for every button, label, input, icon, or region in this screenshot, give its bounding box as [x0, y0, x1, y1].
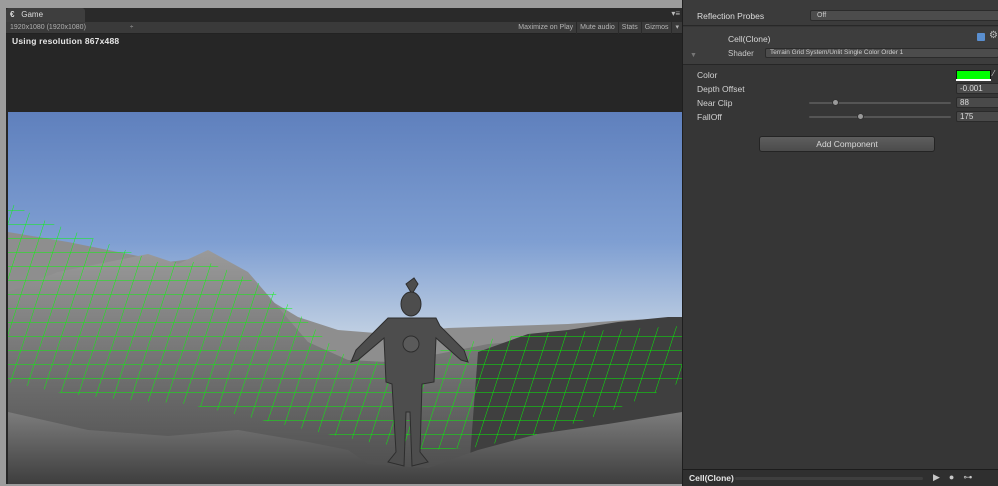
add-component-button[interactable]: Add Component — [759, 136, 935, 152]
game-toolbar: 1920x1080 (1920x1080) ÷ Maximize on Play… — [6, 22, 682, 34]
depth-offset-field[interactable]: -0.001 — [956, 83, 998, 94]
slider-knob[interactable] — [831, 99, 839, 106]
property-label: FallOff — [697, 112, 722, 122]
reflection-probes-dropdown[interactable]: Off — [810, 10, 998, 21]
material-name: Cell(Clone) — [728, 34, 771, 44]
property-falloff: FallOff 175 — [683, 110, 998, 123]
gear-icon[interactable]: ⚙ — [989, 30, 998, 41]
resolution-info-label: Using resolution 867x488 — [12, 36, 120, 46]
unity-editor: € Game ▾≡ 1920x1080 (1920x1080) ÷ Maximi… — [0, 0, 998, 486]
property-label: Color — [697, 70, 718, 80]
preview-object-name: Cell(Clone) — [689, 473, 734, 483]
resolution-dropdown[interactable]: 1920x1080 (1920x1080) — [10, 22, 86, 34]
inspector-panel: Reflection Probes Off Cell(Clone) ▼ Shad… — [682, 0, 998, 486]
reflection-probes-label: Reflection Probes — [697, 11, 765, 21]
game-view-panel: € Game ▾≡ 1920x1080 (1920x1080) ÷ Maximi… — [6, 8, 682, 484]
material-header: Cell(Clone) ▼ Shader Terrain Grid System… — [683, 27, 998, 65]
shader-dropdown[interactable]: Terrain Grid System/Unlit Single Color O… — [765, 48, 998, 58]
light-icon[interactable]: ⊶ — [963, 472, 972, 483]
slider-knob[interactable] — [857, 113, 865, 120]
eyedropper-icon[interactable]: ⁄ — [993, 69, 994, 78]
game-tab[interactable]: € Game — [6, 8, 85, 22]
reflection-probes-row: Reflection Probes Off — [683, 0, 998, 26]
gizmos-menu-icon[interactable]: ▾ — [671, 22, 682, 34]
gizmos-button[interactable]: Gizmos — [640, 22, 672, 34]
chevron-down-icon[interactable]: ÷ — [130, 22, 133, 34]
near-clip-slider-track[interactable] — [809, 99, 951, 106]
shader-label: Shader — [728, 49, 754, 58]
preview-drag-handle[interactable] — [735, 477, 923, 480]
sphere-icon[interactable]: ● — [949, 472, 954, 483]
game-viewport[interactable] — [8, 112, 682, 484]
near-clip-field[interactable]: 88 — [956, 97, 998, 108]
game-view-icon: € — [10, 10, 15, 19]
property-label: Near Clip — [697, 98, 733, 108]
panel-menu-icon[interactable]: ▾≡ — [671, 9, 680, 18]
preview-bar: Cell(Clone) ▶ ● ⊶ — [683, 469, 998, 486]
help-book-icon[interactable] — [977, 33, 985, 41]
stats-button[interactable]: Stats — [617, 22, 641, 34]
property-near-clip: Near Clip 88 — [683, 96, 998, 109]
game-scene-render — [8, 112, 682, 484]
game-toolbar-buttons: Maximize on Play Mute audio Stats Gizmos… — [515, 22, 682, 34]
foldout-arrow-icon[interactable]: ▼ — [690, 52, 697, 59]
game-tab-label: Game — [21, 10, 44, 19]
maximize-on-play-button[interactable]: Maximize on Play — [515, 22, 576, 34]
property-label: Depth Offset — [697, 84, 745, 94]
falloff-slider-track[interactable] — [809, 113, 951, 120]
property-depth-offset: Depth Offset -0.001 — [683, 82, 998, 95]
property-color: Color ⁄ — [683, 68, 998, 81]
color-alpha-bar — [956, 79, 991, 81]
mute-audio-button[interactable]: Mute audio — [576, 22, 618, 34]
preview-controls: ▶ ● ⊶ — [933, 472, 972, 483]
game-tab-bar: € Game ▾≡ — [6, 8, 682, 22]
falloff-field[interactable]: 175 — [956, 111, 998, 122]
play-icon[interactable]: ▶ — [933, 472, 940, 483]
